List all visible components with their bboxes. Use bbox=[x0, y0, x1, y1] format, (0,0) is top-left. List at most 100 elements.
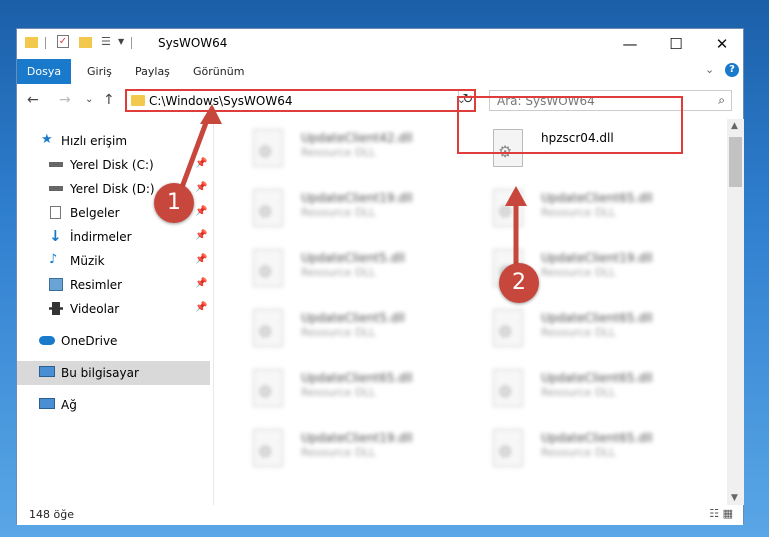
sidebar-item-pictures[interactable]: Resimler 📌 bbox=[17, 273, 210, 297]
file-type: Resource DLL bbox=[301, 446, 376, 459]
sidebar-item-label: Müzik bbox=[70, 254, 105, 268]
title-bar: ✓ ☰ ▼ SysWOW64 — ☐ ✕ bbox=[17, 29, 743, 59]
tab-dosya[interactable]: Dosya bbox=[17, 59, 71, 84]
file-list: ⚙ UpdateClient42.dll Resource DLL ⚙ Upda… bbox=[217, 117, 727, 502]
sidebar-item-local-disk-c[interactable]: Yerel Disk (C:) 📌 bbox=[17, 153, 210, 177]
file-item[interactable]: ⚙ UpdateClient5.dll Resource DLL bbox=[233, 245, 463, 299]
file-item[interactable]: ⚙ UpdateClient19.dll Resource DLL bbox=[233, 185, 463, 239]
scroll-up-icon[interactable]: ▲ bbox=[731, 121, 738, 131]
separator-icon bbox=[45, 37, 46, 49]
chevron-down-icon[interactable]: ▼ bbox=[118, 37, 124, 55]
pin-icon: 📌 bbox=[195, 254, 208, 265]
dll-file-icon: ⚙ bbox=[253, 189, 283, 227]
file-type: Resource DLL bbox=[301, 326, 376, 339]
gear-icon: ⚙ bbox=[258, 382, 273, 401]
up-button[interactable]: ↑ bbox=[103, 92, 115, 108]
dll-file-icon: ⚙ bbox=[493, 189, 523, 227]
file-name: UpdateClient65.dll bbox=[541, 371, 653, 385]
sidebar-item-label: Ağ bbox=[61, 398, 77, 412]
sidebar-item-label: Resimler bbox=[70, 278, 123, 292]
pictures-icon bbox=[49, 278, 63, 291]
tab-gorunum[interactable]: Görünüm bbox=[193, 59, 244, 84]
back-button[interactable]: ← bbox=[27, 92, 39, 108]
pin-icon: 📌 bbox=[195, 230, 208, 241]
file-type: Resource DLL bbox=[541, 446, 616, 459]
address-bar[interactable]: C:\Windows\SysWOW64 ⌄ bbox=[125, 89, 476, 112]
help-icon[interactable]: ? bbox=[725, 63, 739, 77]
sidebar-item-videos[interactable]: Videolar 📌 bbox=[17, 297, 210, 321]
sidebar-item-downloads[interactable]: ↓ İndirmeler 📌 bbox=[17, 225, 210, 249]
sidebar-item-this-pc[interactable]: Bu bilgisayar bbox=[17, 361, 210, 385]
minimize-button[interactable]: — bbox=[607, 29, 653, 59]
file-item[interactable]: ⚙ UpdateClient65.dll Resource DLL bbox=[233, 365, 463, 419]
pane-divider bbox=[213, 119, 214, 505]
sidebar-item-label: Bu bilgisayar bbox=[61, 366, 139, 380]
drive-icon bbox=[49, 162, 63, 167]
pin-icon: 📌 bbox=[195, 278, 208, 289]
file-type: Resource DLL bbox=[301, 206, 376, 219]
sidebar-item-music[interactable]: ♪ Müzik 📌 bbox=[17, 249, 210, 273]
sidebar-item-quick-access[interactable]: ★ Hızlı erişim bbox=[17, 129, 210, 153]
recent-locations-button[interactable]: ⌄ bbox=[85, 94, 93, 105]
file-item[interactable]: ⚙ UpdateClient65.dll Resource DLL bbox=[473, 365, 703, 419]
scroll-down-icon[interactable]: ▼ bbox=[731, 493, 738, 503]
window-title: SysWOW64 bbox=[158, 36, 228, 50]
vertical-scrollbar[interactable]: ▲ ▼ bbox=[727, 119, 744, 505]
scrollbar-thumb[interactable] bbox=[729, 137, 742, 187]
close-button[interactable]: ✕ bbox=[699, 29, 745, 59]
gear-icon: ⚙ bbox=[498, 382, 513, 401]
tab-giris[interactable]: Giriş bbox=[87, 59, 112, 84]
file-item[interactable]: ⚙ UpdateClient65.dll Resource DLL bbox=[473, 305, 703, 359]
sidebar-item-onedrive[interactable]: OneDrive bbox=[17, 329, 210, 353]
new-folder-icon[interactable] bbox=[79, 37, 92, 48]
step-badge-1: 1 bbox=[154, 183, 194, 223]
dll-file-icon: ⚙ bbox=[253, 249, 283, 287]
ribbon-expand-icon[interactable]: ⌄ bbox=[705, 63, 714, 76]
file-highlight-box bbox=[457, 96, 683, 154]
customize-toolbar-icon[interactable]: ☰ bbox=[101, 35, 115, 49]
search-icon[interactable]: ⌕ bbox=[718, 93, 725, 108]
pin-icon: 📌 bbox=[195, 206, 208, 217]
file-item[interactable]: ⚙ UpdateClient19.dll Resource DLL bbox=[233, 425, 463, 479]
navigation-pane: ★ Hızlı erişim Yerel Disk (C:) 📌 Yerel D… bbox=[17, 125, 210, 505]
file-name: UpdateClient5.dll bbox=[301, 311, 405, 325]
file-name: UpdateClient42.dll bbox=[301, 131, 413, 145]
documents-icon bbox=[50, 206, 61, 219]
tab-paylas[interactable]: Paylaş bbox=[135, 59, 170, 84]
gear-icon: ⚙ bbox=[498, 202, 513, 221]
status-bar: 148 öğe ☷ ▦ bbox=[17, 505, 743, 525]
forward-button[interactable]: → bbox=[59, 92, 71, 108]
sidebar-item-label: Hızlı erişim bbox=[61, 134, 128, 148]
sidebar-item-network[interactable]: Ağ bbox=[17, 393, 210, 417]
file-item[interactable]: ⚙ UpdateClient65.dll Resource DLL bbox=[473, 185, 703, 239]
file-name: UpdateClient65.dll bbox=[541, 311, 653, 325]
file-type: Resource DLL bbox=[301, 386, 376, 399]
video-icon bbox=[49, 302, 63, 315]
view-toggle-icons[interactable]: ☷ ▦ bbox=[709, 507, 733, 520]
file-type: Resource DLL bbox=[301, 146, 376, 159]
properties-icon[interactable]: ✓ bbox=[57, 35, 69, 48]
folder-icon bbox=[25, 37, 38, 48]
separator-icon bbox=[131, 37, 132, 49]
gear-icon: ⚙ bbox=[258, 142, 273, 161]
file-name: UpdateClient65.dll bbox=[541, 431, 653, 445]
dll-file-icon: ⚙ bbox=[493, 309, 523, 347]
file-item[interactable]: ⚙ UpdateClient42.dll Resource DLL bbox=[233, 125, 463, 179]
file-name: UpdateClient19.dll bbox=[541, 251, 653, 265]
network-icon bbox=[39, 398, 55, 409]
file-type: Resource DLL bbox=[541, 206, 616, 219]
sidebar-item-label: Videolar bbox=[70, 302, 120, 316]
maximize-button[interactable]: ☐ bbox=[653, 29, 699, 59]
step-badge-2: 2 bbox=[499, 263, 539, 303]
dll-file-icon: ⚙ bbox=[253, 129, 283, 167]
cloud-icon bbox=[39, 336, 55, 345]
file-item[interactable]: ⚙ UpdateClient5.dll Resource DLL bbox=[233, 305, 463, 359]
sidebar-item-label: Belgeler bbox=[70, 206, 120, 220]
file-name: UpdateClient19.dll bbox=[301, 431, 413, 445]
sidebar-item-label: İndirmeler bbox=[70, 230, 132, 244]
file-item[interactable]: ⚙ UpdateClient65.dll Resource DLL bbox=[473, 425, 703, 479]
dll-file-icon: ⚙ bbox=[493, 429, 523, 467]
address-path[interactable]: C:\Windows\SysWOW64 bbox=[149, 94, 293, 108]
dll-file-icon: ⚙ bbox=[253, 309, 283, 347]
file-type: Resource DLL bbox=[541, 386, 616, 399]
